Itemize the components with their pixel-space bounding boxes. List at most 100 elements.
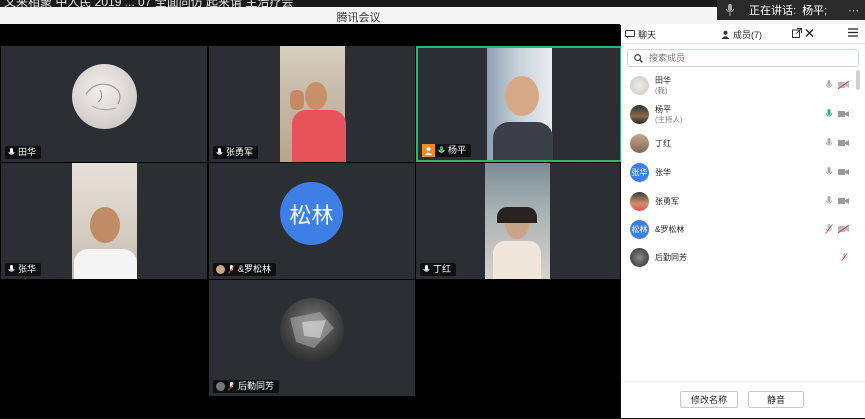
member-name: 丁红 xyxy=(655,139,671,148)
participant-name: 张华 xyxy=(18,264,37,274)
shirt-shape xyxy=(74,249,137,279)
mic-muted-icon[interactable] xyxy=(825,224,833,234)
member-search[interactable] xyxy=(627,49,859,67)
mic-icon[interactable] xyxy=(825,80,833,90)
rename-button[interactable]: 修改名称 xyxy=(680,391,738,408)
avatar xyxy=(630,105,649,124)
avatar xyxy=(630,76,649,95)
member-name: 张华 xyxy=(655,168,671,177)
tab-members[interactable]: 成员(7) xyxy=(721,28,762,41)
avatar xyxy=(72,64,137,129)
participant-name: 丁红 xyxy=(433,264,452,274)
avatar: 张华 xyxy=(630,163,649,182)
camera-icon[interactable] xyxy=(838,110,849,118)
menu-icon[interactable] xyxy=(848,28,858,37)
tab-members-label: 成员(7) xyxy=(733,30,762,40)
speaking-label: 正在讲话: xyxy=(749,5,797,17)
member-row[interactable]: 张勇军 xyxy=(621,188,857,214)
participant-name: &罗松林 xyxy=(238,264,272,274)
member-row[interactable]: 丁红 xyxy=(621,130,857,156)
member-row[interactable]: 张华 张华 xyxy=(621,159,857,185)
video-tile[interactable]: 松林 &罗松林 xyxy=(209,163,415,279)
mic-icon[interactable] xyxy=(825,138,833,148)
camera-off-icon[interactable] xyxy=(838,225,849,233)
avatar-pattern xyxy=(290,312,334,348)
member-row[interactable]: 后勤同芳 xyxy=(621,244,857,270)
member-note: (我) xyxy=(655,86,668,95)
participant-name: 杨平 xyxy=(448,145,467,155)
member-row[interactable]: 松林 &罗松林 xyxy=(621,216,857,242)
shirt-shape xyxy=(493,122,553,160)
tab-chat[interactable]: 聊天 xyxy=(625,28,656,41)
member-name: 后勤同芳 xyxy=(655,253,687,262)
participant-label: 张勇军 xyxy=(213,146,259,159)
video-grid: 田华 张勇军 杨平 张华 松林 &罗松林 丁红 后勤同芳 xyxy=(0,24,622,418)
mute-button[interactable]: 静音 xyxy=(748,391,804,408)
video-tile[interactable]: 丁红 xyxy=(416,163,620,279)
avatar-thumbnail xyxy=(216,265,225,274)
mic-icon xyxy=(423,265,430,272)
participant-name: 后勤同芳 xyxy=(238,381,275,391)
video-feed xyxy=(487,48,553,160)
mic-muted-icon[interactable] xyxy=(839,253,850,261)
members-icon xyxy=(721,30,730,39)
mic-muted-icon xyxy=(228,382,235,391)
camera-icon[interactable] xyxy=(838,139,849,147)
mic-icon[interactable] xyxy=(825,196,833,206)
avatar-thumbnail xyxy=(216,382,225,391)
participant-label: 丁红 xyxy=(420,263,457,276)
panel-tabs: 聊天 成员(7) xyxy=(621,24,865,44)
window-titlebar: 腾讯会议 xyxy=(0,7,717,25)
camera-off-icon[interactable] xyxy=(838,81,849,89)
shirt-shape xyxy=(292,110,346,162)
participant-label: 田华 xyxy=(5,146,42,159)
close-icon[interactable] xyxy=(805,28,814,38)
member-name: 张勇军 xyxy=(655,197,679,206)
face-shape xyxy=(305,82,327,110)
video-tile-active-speaker[interactable]: 杨平 xyxy=(416,46,622,162)
tab-chat-label: 聊天 xyxy=(638,30,657,40)
participant-label: &罗松林 xyxy=(213,263,277,276)
face-shape xyxy=(90,207,120,243)
avatar-pattern xyxy=(85,83,121,111)
hair-shape xyxy=(497,207,537,223)
participant-name: 张勇军 xyxy=(226,147,254,157)
grid-top-bar xyxy=(0,24,620,45)
camera-icon[interactable] xyxy=(838,168,849,176)
speaking-name: 杨平; xyxy=(802,5,828,17)
participant-name: 田华 xyxy=(18,147,37,157)
search-input[interactable] xyxy=(647,52,841,64)
mic-icon[interactable] xyxy=(825,167,833,177)
host-icon xyxy=(422,144,435,157)
members-panel: 聊天 成员(7) 田华 (我) 杨平 (主持人) 丁红 张华 张华 xyxy=(621,24,865,418)
window-title: 腾讯会议 xyxy=(336,12,381,24)
video-feed xyxy=(485,163,550,279)
mic-icon xyxy=(216,148,223,155)
mic-active-icon[interactable] xyxy=(825,109,833,119)
avatar xyxy=(630,192,649,211)
mic-icon xyxy=(8,265,15,272)
avatar: 松林 xyxy=(630,220,649,239)
video-tile[interactable]: 张勇军 xyxy=(209,46,415,162)
video-tile[interactable]: 田华 xyxy=(1,46,207,162)
camera-icon[interactable] xyxy=(838,197,849,205)
participant-label: 张华 xyxy=(5,263,42,276)
member-row[interactable]: 田华 (我) xyxy=(621,72,857,98)
avatar xyxy=(630,248,649,267)
search-icon xyxy=(634,53,643,63)
speaking-indicator: 正在讲话: 杨平; ⋯ xyxy=(717,0,865,20)
member-note: (主持人) xyxy=(655,115,683,124)
video-tile[interactable]: 后勤同芳 xyxy=(209,280,415,396)
avatar xyxy=(630,134,649,153)
mic-icon xyxy=(725,4,735,16)
participant-label: 后勤同芳 xyxy=(213,380,280,393)
video-feed xyxy=(280,46,346,162)
more-icon[interactable]: ⋯ xyxy=(848,4,859,17)
participant-label: 杨平 xyxy=(422,144,472,157)
member-row[interactable]: 杨平 (主持人) xyxy=(621,101,857,127)
video-tile[interactable]: 张华 xyxy=(1,163,207,279)
member-name: &罗松林 xyxy=(655,225,685,234)
pop-out-icon[interactable] xyxy=(792,28,802,38)
shirt-shape xyxy=(493,241,541,279)
chat-icon xyxy=(625,30,635,39)
